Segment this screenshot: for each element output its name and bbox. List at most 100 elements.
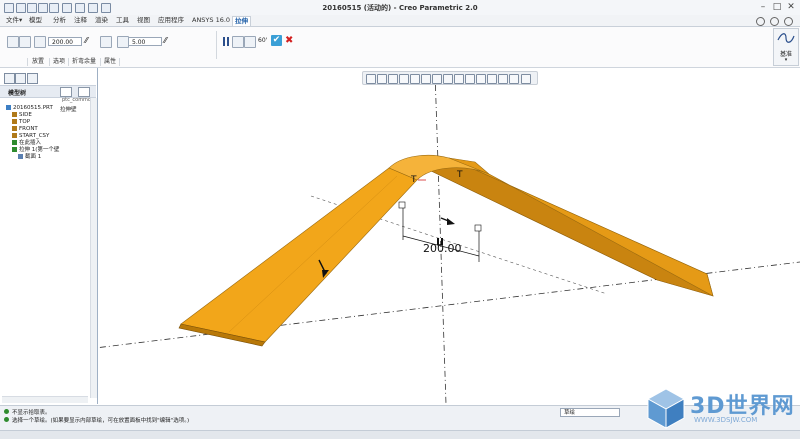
placement-tab[interactable]: 放置 [27, 58, 48, 66]
plane-display-icon[interactable] [454, 74, 464, 84]
graphics-toolbar [362, 71, 538, 85]
properties-tab[interactable]: 属性 [100, 58, 120, 66]
view-manager-icon[interactable] [432, 74, 442, 84]
datum-dropdown-icon: ▾ [784, 57, 788, 63]
tree-item[interactable]: 截面 1 [18, 154, 41, 161]
ribbon-tabs: 文件▾ 模型 分析 注释 渲染 工具 视图 应用程序 ANSYS 16.0 拉伸 [0, 15, 800, 27]
oo-preview-label[interactable]: 60' [258, 37, 267, 44]
tree-settings-icon[interactable] [60, 87, 72, 97]
tree-item-label: 20160515.PRT [13, 105, 53, 111]
thickness-label-2: T [456, 170, 463, 180]
tab-extrude[interactable]: 拉伸 [232, 16, 251, 26]
display-style-icon[interactable] [410, 74, 420, 84]
tree-item[interactable]: 在此插入 [12, 140, 41, 147]
tab-render[interactable]: 渲染 [93, 16, 110, 25]
thicken-icon[interactable] [100, 36, 112, 48]
tab-applications[interactable]: 应用程序 [156, 16, 186, 25]
close-button[interactable]: ✕ [785, 2, 797, 12]
depth-option-icon[interactable] [34, 36, 46, 48]
datum-plane-icon [12, 126, 17, 131]
csys-icon [12, 133, 17, 138]
csys-display-icon[interactable] [487, 74, 497, 84]
graphics-viewport[interactable]: 200.00 T T [97, 84, 800, 404]
tab-tools[interactable]: 工具 [114, 16, 131, 25]
solid-icon[interactable] [7, 36, 19, 48]
tree-sub-header: 拉伸壁 [60, 107, 77, 113]
sheet-wall-left[interactable] [180, 167, 418, 343]
minimize-button[interactable]: – [757, 2, 769, 12]
datum-plane-icon [12, 112, 17, 117]
tree-scrollbar[interactable] [90, 98, 97, 398]
point-display-icon[interactable] [476, 74, 486, 84]
thickness-label-1: T [410, 175, 417, 185]
verify-icon[interactable] [244, 36, 256, 48]
watermark-cube-icon [646, 388, 686, 429]
tree-item[interactable]: FRONT [12, 126, 38, 133]
tree-item-label: 截面 1 [25, 154, 42, 160]
tree-item[interactable]: SIDE [12, 112, 32, 119]
repaint-icon[interactable] [399, 74, 409, 84]
refit-icon[interactable] [366, 74, 376, 84]
extrude-icon [12, 147, 17, 152]
flip-depth-icon[interactable]: ⁄⁄ [85, 36, 88, 45]
tree-item[interactable]: 20160515.PRT [6, 105, 53, 112]
confirm-checkmark-icon[interactable]: ✔ [271, 35, 282, 46]
tree-item[interactable]: 拉伸 1(第一个壁 [12, 147, 59, 154]
model-tree-title: 模型树 [8, 90, 27, 97]
depth-dimension-value[interactable]: 200.00 [423, 242, 462, 255]
drag-handle-start[interactable] [398, 201, 406, 209]
sheetmetal-display-icon[interactable] [521, 74, 531, 84]
spin-center-icon[interactable] [498, 74, 508, 84]
tree-filter-icon[interactable] [78, 87, 90, 97]
bend-allowance-tab[interactable]: 折弯余量 [68, 58, 99, 66]
sheet-wall-back-edge[interactable] [428, 157, 714, 297]
tab-ansys[interactable]: ANSYS 16.0 [190, 16, 232, 25]
tree-item-label: 在此插入 [19, 140, 42, 146]
zoom-in-icon[interactable] [377, 74, 387, 84]
datum-curve-icon [777, 33, 795, 43]
extrude-dashboard: 200.00 ⁄⁄ 5.00 ⁄⁄ 60' ✔ ✖ 放置 选项 折弯余量 属性 … [0, 27, 800, 68]
model-tree-tab-icon[interactable] [4, 73, 15, 84]
surface-icon[interactable] [19, 36, 31, 48]
tab-file[interactable]: 文件▾ [4, 16, 24, 25]
flip-thickness-icon[interactable]: ⁄⁄ [164, 36, 167, 45]
drag-handle-depth[interactable] [474, 224, 482, 232]
status-message-1: 不显示拾取表。 [12, 410, 51, 416]
tab-analysis[interactable]: 分析 [51, 16, 68, 25]
saved-views-icon[interactable] [421, 74, 431, 84]
selection-filter-dropdown[interactable]: 草绘 [560, 408, 620, 417]
perspective-icon[interactable] [443, 74, 453, 84]
pause-icon[interactable] [222, 37, 230, 46]
tree-item-label: SIDE [19, 112, 32, 118]
maximize-button[interactable]: □ [771, 2, 783, 12]
tab-model[interactable]: 模型 [27, 16, 44, 25]
info-icon [4, 417, 9, 422]
favorites-icon[interactable] [27, 73, 38, 84]
annotation-display-icon[interactable] [509, 74, 519, 84]
part-icon [6, 105, 11, 110]
tab-view[interactable]: 视图 [135, 16, 152, 25]
no-preview-icon[interactable] [232, 36, 244, 48]
model-tree-panel: 模型树 ptc_common_ 拉伸壁 20160515.PRT SIDE TOP F… [0, 68, 98, 404]
help-icon[interactable] [784, 17, 793, 26]
sheet-centerline [228, 175, 398, 333]
insert-here-icon [12, 140, 17, 145]
tree-item[interactable]: TOP [12, 119, 30, 126]
tree-hscrollbar[interactable] [2, 396, 88, 403]
search-icon[interactable] [756, 17, 765, 26]
title-bar: 20160515 (活动的) - Creo Parametric 2.0 – □… [0, 0, 800, 16]
tree-item-label: TOP [19, 119, 31, 125]
tree-item-label: FRONT [19, 126, 38, 132]
tab-annotate[interactable]: 注释 [72, 16, 89, 25]
axis-display-icon[interactable] [465, 74, 475, 84]
zoom-out-icon[interactable] [388, 74, 398, 84]
depth-input[interactable]: 200.00 [48, 37, 82, 46]
info-icon [4, 409, 9, 414]
options-tab[interactable]: 选项 [49, 58, 68, 66]
folder-browser-icon[interactable] [15, 73, 26, 84]
thickness-input[interactable]: 5.00 [128, 37, 162, 46]
datum-panel[interactable]: 基准 ▾ [773, 28, 799, 66]
settings-icon[interactable] [770, 17, 779, 26]
tree-item[interactable]: START_CSY [12, 133, 49, 140]
cancel-x-icon[interactable]: ✖ [285, 35, 293, 46]
